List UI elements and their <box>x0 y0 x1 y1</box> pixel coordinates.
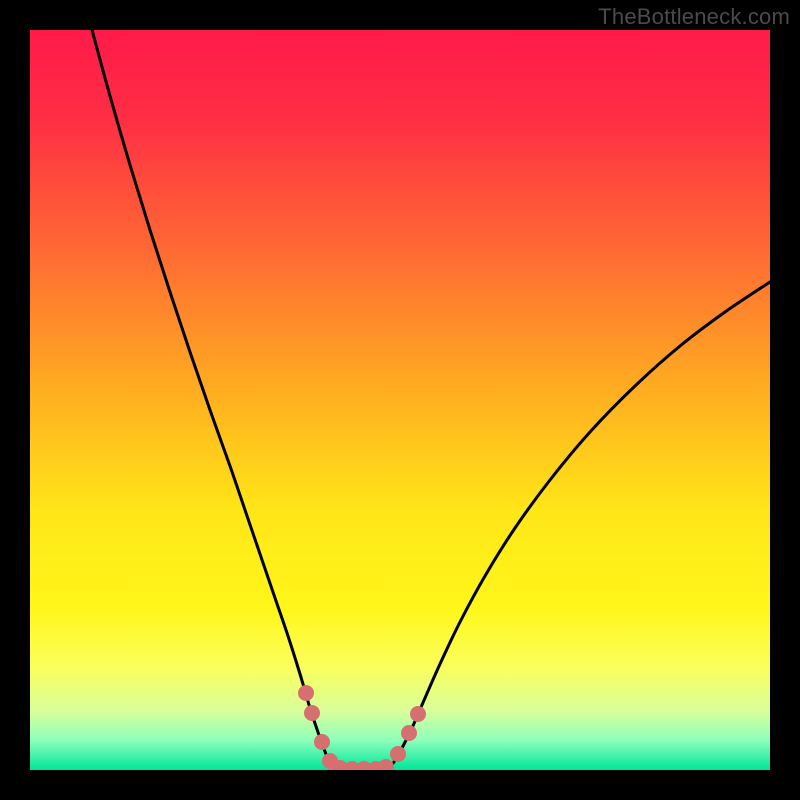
marker-point <box>314 734 330 750</box>
plot-area <box>30 30 770 770</box>
marker-point <box>304 705 320 721</box>
watermark-text: TheBottleneck.com <box>598 4 790 30</box>
marker-point <box>401 725 417 741</box>
chart-svg <box>30 30 770 770</box>
marker-point <box>410 706 426 722</box>
chart-frame: TheBottleneck.com <box>0 0 800 800</box>
marker-point <box>298 685 314 701</box>
gradient-background <box>30 30 770 770</box>
marker-point <box>390 746 406 762</box>
